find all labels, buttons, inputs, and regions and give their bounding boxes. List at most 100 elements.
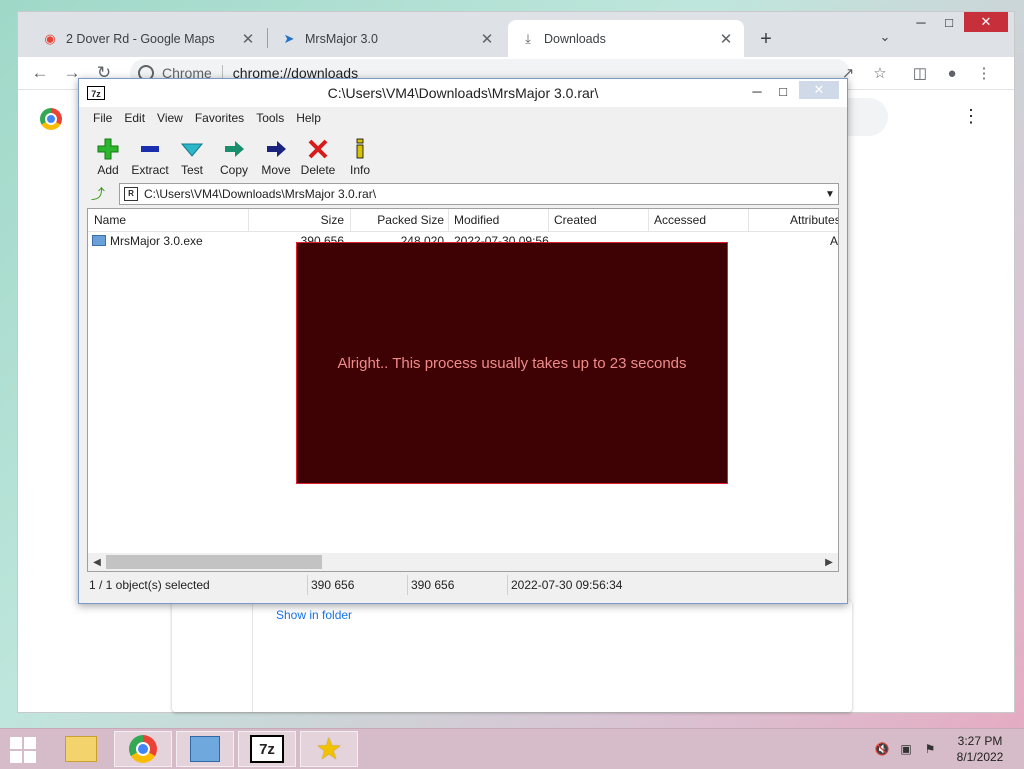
- delete-label: Delete: [300, 163, 336, 177]
- show-in-folder-link[interactable]: Show in folder: [276, 608, 352, 622]
- minimize-button[interactable]: ─: [906, 12, 936, 32]
- bookmark-star-icon[interactable]: ☆: [868, 61, 892, 85]
- download-card: Show in folder: [172, 600, 852, 712]
- close-window-button[interactable]: ✕: [964, 12, 1008, 32]
- taskbar-7zip[interactable]: 7z: [238, 731, 296, 767]
- tab-downloads[interactable]: ⤓ Downloads ✕: [508, 20, 744, 57]
- test-button[interactable]: Test: [171, 131, 213, 177]
- minimize-button[interactable]: ─: [747, 81, 767, 101]
- back-arrow-icon[interactable]: ←: [28, 61, 52, 85]
- add-label: Add: [97, 163, 119, 177]
- action-center-icon[interactable]: ⚑: [922, 741, 938, 757]
- close-window-button[interactable]: ✕: [799, 81, 839, 99]
- menu-edit[interactable]: Edit: [118, 109, 151, 129]
- column-separator: [548, 209, 549, 231]
- column-attributes[interactable]: Attributes: [790, 209, 838, 231]
- page-menu-icon[interactable]: ⋮: [962, 106, 980, 127]
- new-tab-button[interactable]: +: [753, 26, 779, 52]
- info-icon: [348, 138, 372, 160]
- move-label: Move: [261, 163, 291, 177]
- file-list-header: Name Size Packed Size Modified Created A…: [88, 209, 838, 232]
- column-separator: [748, 209, 749, 231]
- plus-icon: [96, 138, 120, 160]
- status-modified: 2022-07-30 09:56:34: [511, 578, 623, 592]
- tab-strip: ◉ 2 Dover Rd - Google Maps ✕ ➤ MrsMajor …: [18, 12, 1014, 57]
- extract-label: Extract: [131, 163, 169, 177]
- tab-search-chevron-icon[interactable]: ⌄: [874, 26, 896, 48]
- up-folder-icon[interactable]: ⤴: [89, 185, 107, 203]
- menu-favorites[interactable]: Favorites: [189, 109, 250, 129]
- bird-icon: ➤: [283, 30, 295, 46]
- minus-icon: [138, 138, 162, 160]
- menu-file[interactable]: File: [87, 109, 118, 129]
- malware-message-overlay: Alright.. This process usually takes up …: [296, 242, 728, 484]
- profile-avatar-icon[interactable]: ●: [940, 61, 964, 85]
- chrome-menu-icon[interactable]: ⋮: [972, 61, 996, 85]
- exe-file-icon: [92, 235, 106, 246]
- cell-attributes: A: [830, 234, 839, 248]
- 7zip-address-row: ⤴ R C:\Users\VM4\Downloads\MrsMajor 3.0.…: [87, 183, 839, 205]
- taskbar-control-panel[interactable]: [176, 731, 234, 767]
- tab-google-maps[interactable]: ◉ 2 Dover Rd - Google Maps ✕: [30, 20, 266, 57]
- tab-separator: [267, 28, 268, 48]
- file-explorer-icon: [65, 736, 97, 762]
- tab-mrsmajor[interactable]: ➤ MrsMajor 3.0 ✕: [269, 20, 505, 57]
- info-button[interactable]: Info: [339, 131, 381, 177]
- status-packed: 390 656: [411, 578, 455, 592]
- column-accessed[interactable]: Accessed: [654, 209, 744, 231]
- check-icon: [180, 138, 204, 160]
- archive-icon: R: [124, 187, 138, 201]
- copy-label: Copy: [219, 163, 248, 177]
- taskbar-file-explorer[interactable]: [52, 731, 110, 767]
- scroll-left-icon[interactable]: ◀: [88, 553, 106, 571]
- arrow-right-icon: [264, 138, 288, 160]
- status-bar: 1 / 1 object(s) selected 390 656 390 656…: [87, 575, 839, 595]
- scrollbar-thumb[interactable]: [106, 555, 322, 569]
- 7zip-window-title: C:\Users\VM4\Downloads\MrsMajor 3.0.rar\: [327, 85, 599, 101]
- taskbar-mrsmajor[interactable]: ★: [300, 731, 358, 767]
- clock-date: 8/1/2022: [956, 750, 1004, 764]
- close-icon[interactable]: ✕: [716, 29, 736, 49]
- chrome-logo-icon: [40, 108, 62, 130]
- add-button[interactable]: Add: [87, 131, 129, 177]
- move-button[interactable]: Move: [255, 131, 297, 177]
- taskbar: 7z ★ 🔇 ▣ ⚑ 3:27 PM 8/1/2022: [0, 728, 1024, 769]
- horizontal-scrollbar[interactable]: ◀ ▶: [88, 553, 838, 571]
- taskbar-chrome[interactable]: [114, 731, 172, 767]
- cell-name: MrsMajor 3.0.exe: [110, 234, 203, 248]
- status-separator: [307, 575, 308, 595]
- tab-title: Downloads: [544, 31, 606, 46]
- copy-button[interactable]: Copy: [213, 131, 255, 177]
- side-panel-icon[interactable]: ◫: [908, 61, 932, 85]
- volume-muted-icon[interactable]: 🔇: [874, 741, 890, 757]
- close-icon[interactable]: ✕: [238, 29, 258, 49]
- chevron-down-icon[interactable]: ▼: [822, 189, 838, 200]
- column-packed-size[interactable]: Packed Size: [350, 209, 444, 231]
- clock-time: 3:27 PM: [957, 734, 1003, 748]
- 7zip-menubar: File Edit View Favorites Tools Help: [87, 109, 327, 129]
- x-icon: [306, 138, 330, 160]
- column-name[interactable]: Name: [94, 209, 244, 231]
- windows-start-icon[interactable]: [10, 737, 38, 763]
- menu-help[interactable]: Help: [290, 109, 327, 129]
- column-size[interactable]: Size: [248, 209, 344, 231]
- maximize-button[interactable]: □: [773, 81, 793, 101]
- system-clock[interactable]: 3:27 PM 8/1/2022: [950, 733, 1010, 765]
- path-combobox[interactable]: R C:\Users\VM4\Downloads\MrsMajor 3.0.ra…: [119, 183, 839, 205]
- column-created[interactable]: Created: [554, 209, 644, 231]
- download-icon: ⤓: [525, 30, 531, 46]
- status-selected: 1 / 1 object(s) selected: [89, 578, 210, 592]
- scroll-right-icon[interactable]: ▶: [820, 553, 838, 571]
- extract-button[interactable]: Extract: [129, 131, 171, 177]
- menu-tools[interactable]: Tools: [250, 109, 290, 129]
- column-modified[interactable]: Modified: [454, 209, 544, 231]
- menu-view[interactable]: View: [151, 109, 189, 129]
- network-icon[interactable]: ▣: [898, 741, 914, 757]
- maximize-button[interactable]: □: [936, 12, 962, 32]
- column-separator: [648, 209, 649, 231]
- close-icon[interactable]: ✕: [477, 29, 497, 49]
- arrow-right-icon: [222, 138, 246, 160]
- overlay-message: Alright.. This process usually takes up …: [337, 354, 687, 372]
- delete-button[interactable]: Delete: [297, 131, 339, 177]
- map-pin-icon: ◉: [44, 30, 56, 46]
